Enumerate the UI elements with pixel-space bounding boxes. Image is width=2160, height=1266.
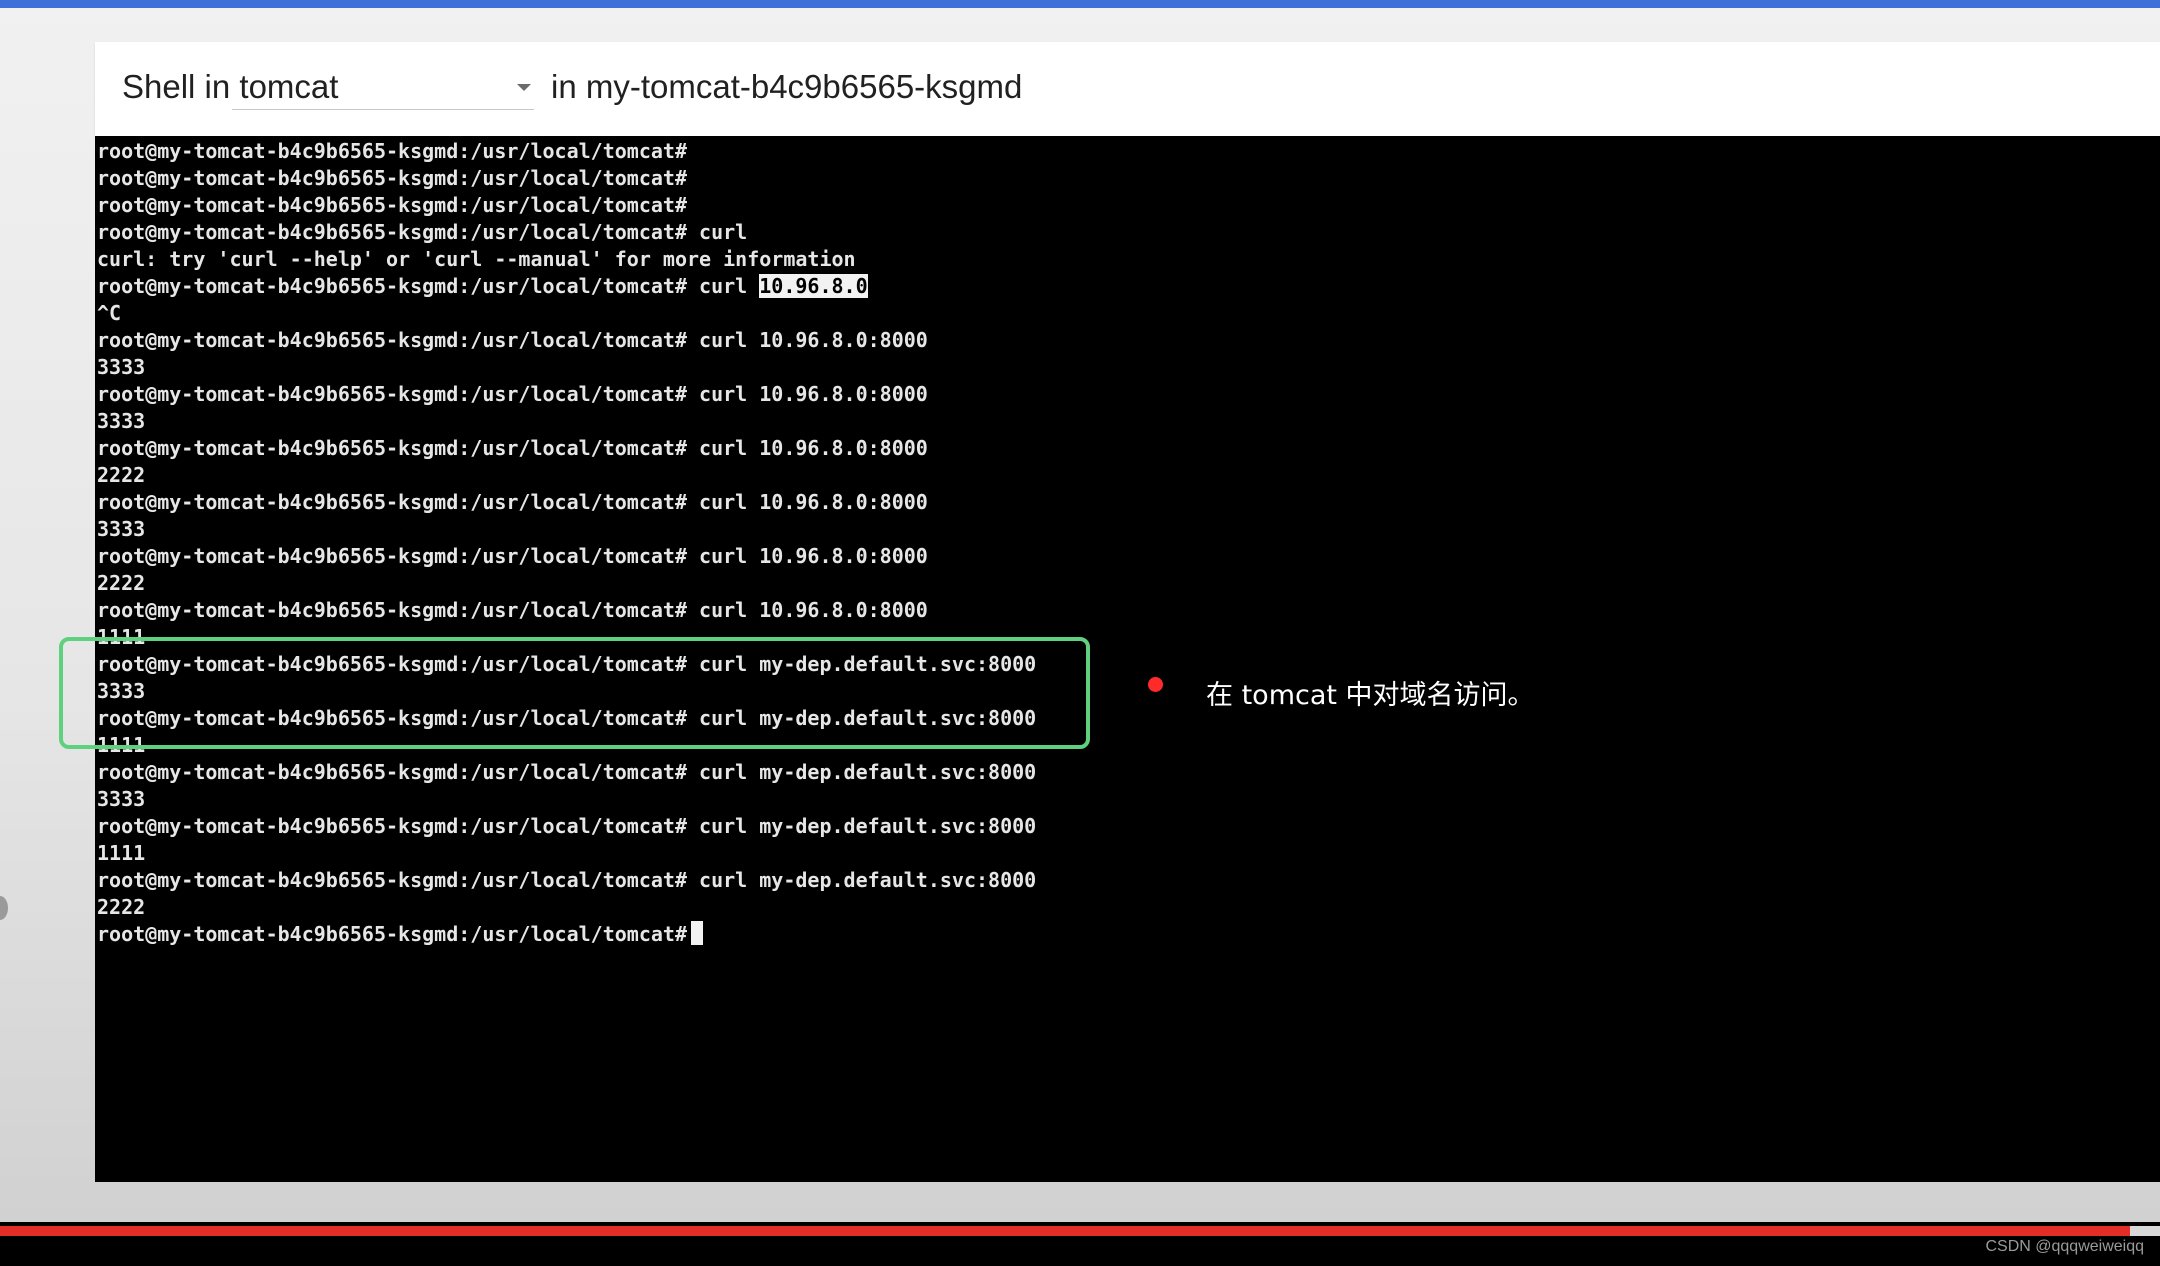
terminal-line-text: root@my-tomcat-b4c9b6565-ksgmd:/usr/loca…: [97, 328, 928, 352]
container-select-value: Shell in tomcat: [122, 68, 339, 105]
terminal-line: curl: try 'curl --help' or 'curl --manua…: [97, 246, 1597, 273]
terminal-line: root@my-tomcat-b4c9b6565-ksgmd:/usr/loca…: [97, 921, 1597, 948]
video-progress-bar[interactable]: [0, 1226, 2160, 1236]
terminal-cursor: [691, 921, 704, 945]
terminal-line: root@my-tomcat-b4c9b6565-ksgmd:/usr/loca…: [97, 192, 1597, 219]
terminal-line-text: root@my-tomcat-b4c9b6565-ksgmd:/usr/loca…: [97, 544, 928, 568]
terminal-line: root@my-tomcat-b4c9b6565-ksgmd:/usr/loca…: [97, 273, 1597, 300]
terminal-line-text: 2222: [97, 463, 146, 487]
container-select-underline: [232, 109, 534, 110]
terminal-line-text: root@my-tomcat-b4c9b6565-ksgmd:/usr/loca…: [97, 139, 688, 163]
terminal-line: root@my-tomcat-b4c9b6565-ksgmd:/usr/loca…: [97, 435, 1597, 462]
annotation-highlight-box: [59, 637, 1090, 749]
terminal-line-text: root@my-tomcat-b4c9b6565-ksgmd:/usr/loca…: [97, 274, 760, 298]
terminal-line-text: root@my-tomcat-b4c9b6565-ksgmd:/usr/loca…: [97, 490, 928, 514]
terminal-line: root@my-tomcat-b4c9b6565-ksgmd:/usr/loca…: [97, 597, 1597, 624]
side-handle[interactable]: [0, 896, 8, 920]
terminal-line: root@my-tomcat-b4c9b6565-ksgmd:/usr/loca…: [97, 138, 1597, 165]
terminal-line-text: curl: try 'curl --help' or 'curl --manua…: [97, 247, 856, 271]
terminal-line: root@my-tomcat-b4c9b6565-ksgmd:/usr/loca…: [97, 543, 1597, 570]
terminal-line-text: root@my-tomcat-b4c9b6565-ksgmd:/usr/loca…: [97, 436, 928, 460]
terminal-line: 1111: [97, 840, 1597, 867]
browser-top-bar: [0, 0, 2160, 8]
terminal-line-text: 2222: [97, 895, 146, 919]
container-select[interactable]: Shell in tomcat: [122, 62, 542, 110]
terminal-line: root@my-tomcat-b4c9b6565-ksgmd:/usr/loca…: [97, 813, 1597, 840]
terminal-line-text: root@my-tomcat-b4c9b6565-ksgmd:/usr/loca…: [97, 220, 748, 244]
terminal-line-text: 3333: [97, 409, 146, 433]
annotation-text: 在 tomcat 中对域名访问。: [1206, 680, 1535, 711]
terminal-line-text: ^C: [97, 301, 122, 325]
terminal-line-text: 3333: [97, 355, 146, 379]
terminal-line: 2222: [97, 570, 1597, 597]
terminal-line: 3333: [97, 786, 1597, 813]
terminal-line: root@my-tomcat-b4c9b6565-ksgmd:/usr/loca…: [97, 219, 1597, 246]
terminal-output: root@my-tomcat-b4c9b6565-ksgmd:/usr/loca…: [97, 138, 1597, 948]
shell-header-panel: Shell in tomcat in my-tomcat-b4c9b6565-k…: [95, 42, 2160, 136]
terminal-line-text: root@my-tomcat-b4c9b6565-ksgmd:/usr/loca…: [97, 760, 1037, 784]
caret-down-icon[interactable]: [517, 84, 531, 91]
terminal-line-text: root@my-tomcat-b4c9b6565-ksgmd:/usr/loca…: [97, 922, 688, 946]
pod-label: in my-tomcat-b4c9b6565-ksgmd: [551, 68, 1023, 105]
terminal-line: root@my-tomcat-b4c9b6565-ksgmd:/usr/loca…: [97, 867, 1597, 894]
video-progress-fill: [0, 1226, 2130, 1236]
terminal-line: root@my-tomcat-b4c9b6565-ksgmd:/usr/loca…: [97, 165, 1597, 192]
terminal-line: 3333: [97, 408, 1597, 435]
terminal-line-text: 2222: [97, 571, 146, 595]
terminal-line-text: root@my-tomcat-b4c9b6565-ksgmd:/usr/loca…: [97, 868, 1037, 892]
terminal-line: root@my-tomcat-b4c9b6565-ksgmd:/usr/loca…: [97, 327, 1597, 354]
selected-text: 10.96.8.0: [759, 274, 868, 298]
terminal-line: 3333: [97, 354, 1597, 381]
bullet-dot-icon: [1148, 677, 1163, 692]
terminal-line-text: root@my-tomcat-b4c9b6565-ksgmd:/usr/loca…: [97, 382, 928, 406]
terminal-line-text: 1111: [97, 841, 146, 865]
watermark: CSDN @qqqweiweiqq: [1985, 1238, 2144, 1255]
terminal-line-text: root@my-tomcat-b4c9b6565-ksgmd:/usr/loca…: [97, 193, 688, 217]
terminal-line-text: root@my-tomcat-b4c9b6565-ksgmd:/usr/loca…: [97, 814, 1037, 838]
terminal-line: root@my-tomcat-b4c9b6565-ksgmd:/usr/loca…: [97, 759, 1597, 786]
terminal-line: 2222: [97, 462, 1597, 489]
terminal-line-text: 3333: [97, 517, 146, 541]
terminal-line-text: 3333: [97, 787, 146, 811]
terminal-line: root@my-tomcat-b4c9b6565-ksgmd:/usr/loca…: [97, 489, 1597, 516]
terminal-line: root@my-tomcat-b4c9b6565-ksgmd:/usr/loca…: [97, 381, 1597, 408]
terminal-line-text: root@my-tomcat-b4c9b6565-ksgmd:/usr/loca…: [97, 598, 928, 622]
terminal-line: ^C: [97, 300, 1597, 327]
terminal-line-text: root@my-tomcat-b4c9b6565-ksgmd:/usr/loca…: [97, 166, 688, 190]
terminal-line: 3333: [97, 516, 1597, 543]
terminal-line: 2222: [97, 894, 1597, 921]
